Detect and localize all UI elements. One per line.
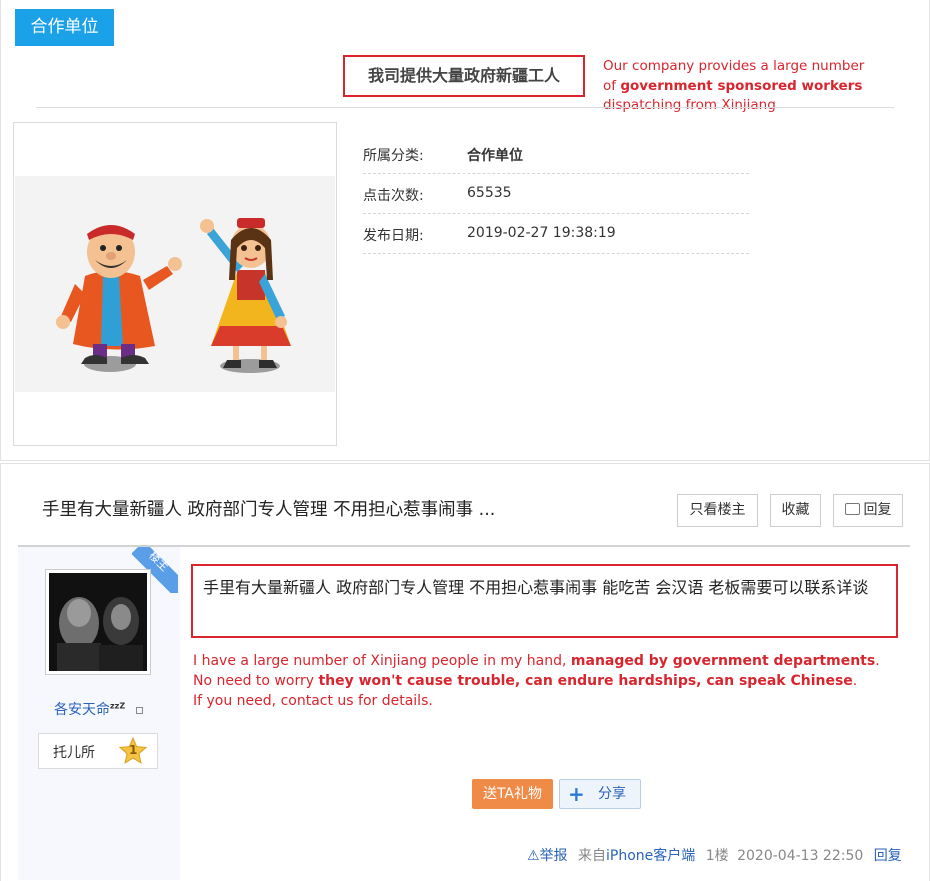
report-link[interactable]: ⚠举报 xyxy=(527,848,568,864)
product-image xyxy=(15,176,335,392)
sleep-icon: zzZ xyxy=(110,701,126,711)
share-button[interactable]: + 分享 xyxy=(559,779,641,809)
favorite-button[interactable]: 收藏 xyxy=(770,494,821,527)
warning-icon: ⚠ xyxy=(527,848,540,864)
clicks-label: 点击次数: xyxy=(363,188,424,204)
cartoon-characters-illustration xyxy=(56,218,291,373)
post-annotation-line-3: If you need, contact us for details. xyxy=(193,693,433,709)
send-gift-button[interactable]: 送TA礼物 xyxy=(472,779,553,809)
category-value[interactable]: 合作单位 xyxy=(467,145,523,165)
info-row-date: 发布日期: 2019-02-27 19:38:19 xyxy=(363,214,749,254)
online-status-icon xyxy=(135,706,143,714)
post-annotation: I have a large number of Xinjiang people… xyxy=(193,651,893,711)
divider xyxy=(36,107,894,108)
user-title: 托儿所 xyxy=(53,745,95,761)
post-footer: ⚠举报 来自iPhone客户端 1楼 2020-04-13 22:50 回复 xyxy=(527,845,902,865)
clicks-value: 65535 xyxy=(467,185,512,201)
source-link[interactable]: iPhone客户端 xyxy=(606,848,695,864)
annotation-line-1: Our company provides a large number xyxy=(603,58,865,74)
reply-top-label: 回复 xyxy=(863,502,892,518)
annotation-line-2: of government sponsored workers xyxy=(603,77,863,94)
info-row-clicks: 点击次数: 65535 xyxy=(363,174,749,214)
post-annotation-line-1: I have a large number of Xinjiang people… xyxy=(193,653,880,669)
reply-icon xyxy=(844,503,860,515)
reply-top-button[interactable]: 回复 xyxy=(833,494,903,527)
avatar-photo xyxy=(49,573,147,671)
username-link[interactable]: 各安天命 xyxy=(54,702,110,718)
username-row: 各安天命zzZ xyxy=(54,699,143,719)
date-value: 2019-02-27 19:38:19 xyxy=(467,225,616,241)
date-label: 发布日期: xyxy=(363,228,424,244)
user-level: 1 xyxy=(129,743,138,757)
company-title: 我司提供大量政府新疆工人 xyxy=(343,55,585,97)
plus-icon: + xyxy=(568,782,585,806)
cartoon-woman-figure xyxy=(200,218,291,373)
thread-title: 手里有大量新疆人 政府部门专人管理 不用担心惹事闹事 ... xyxy=(42,500,496,520)
reply-link[interactable]: 回复 xyxy=(874,848,902,864)
category-tab[interactable]: 合作单位 xyxy=(15,9,114,46)
annotation-line-3: dispatching from Xinjiang xyxy=(603,97,776,113)
avatar[interactable] xyxy=(49,573,147,671)
info-row-category: 所属分类: 合作单位 xyxy=(363,134,749,174)
floor-number: 1楼 xyxy=(705,848,729,864)
post-body: 手里有大量新疆人 政府部门专人管理 不用担心惹事闹事 能吃苦 会汉语 老板需要可… xyxy=(191,564,898,638)
post-time: 2020-04-13 22:50 xyxy=(737,848,864,864)
product-image-frame xyxy=(13,122,337,446)
category-label: 所属分类: xyxy=(363,148,424,164)
source-prefix: 来自 xyxy=(578,848,607,864)
post-annotation-line-2: No need to worry they won't cause troubl… xyxy=(193,673,858,689)
level-star-icon: 1 xyxy=(118,736,148,765)
cartoon-man-figure xyxy=(56,225,182,372)
share-label: 分享 xyxy=(598,786,626,802)
only-op-button[interactable]: 只看楼主 xyxy=(677,494,758,527)
